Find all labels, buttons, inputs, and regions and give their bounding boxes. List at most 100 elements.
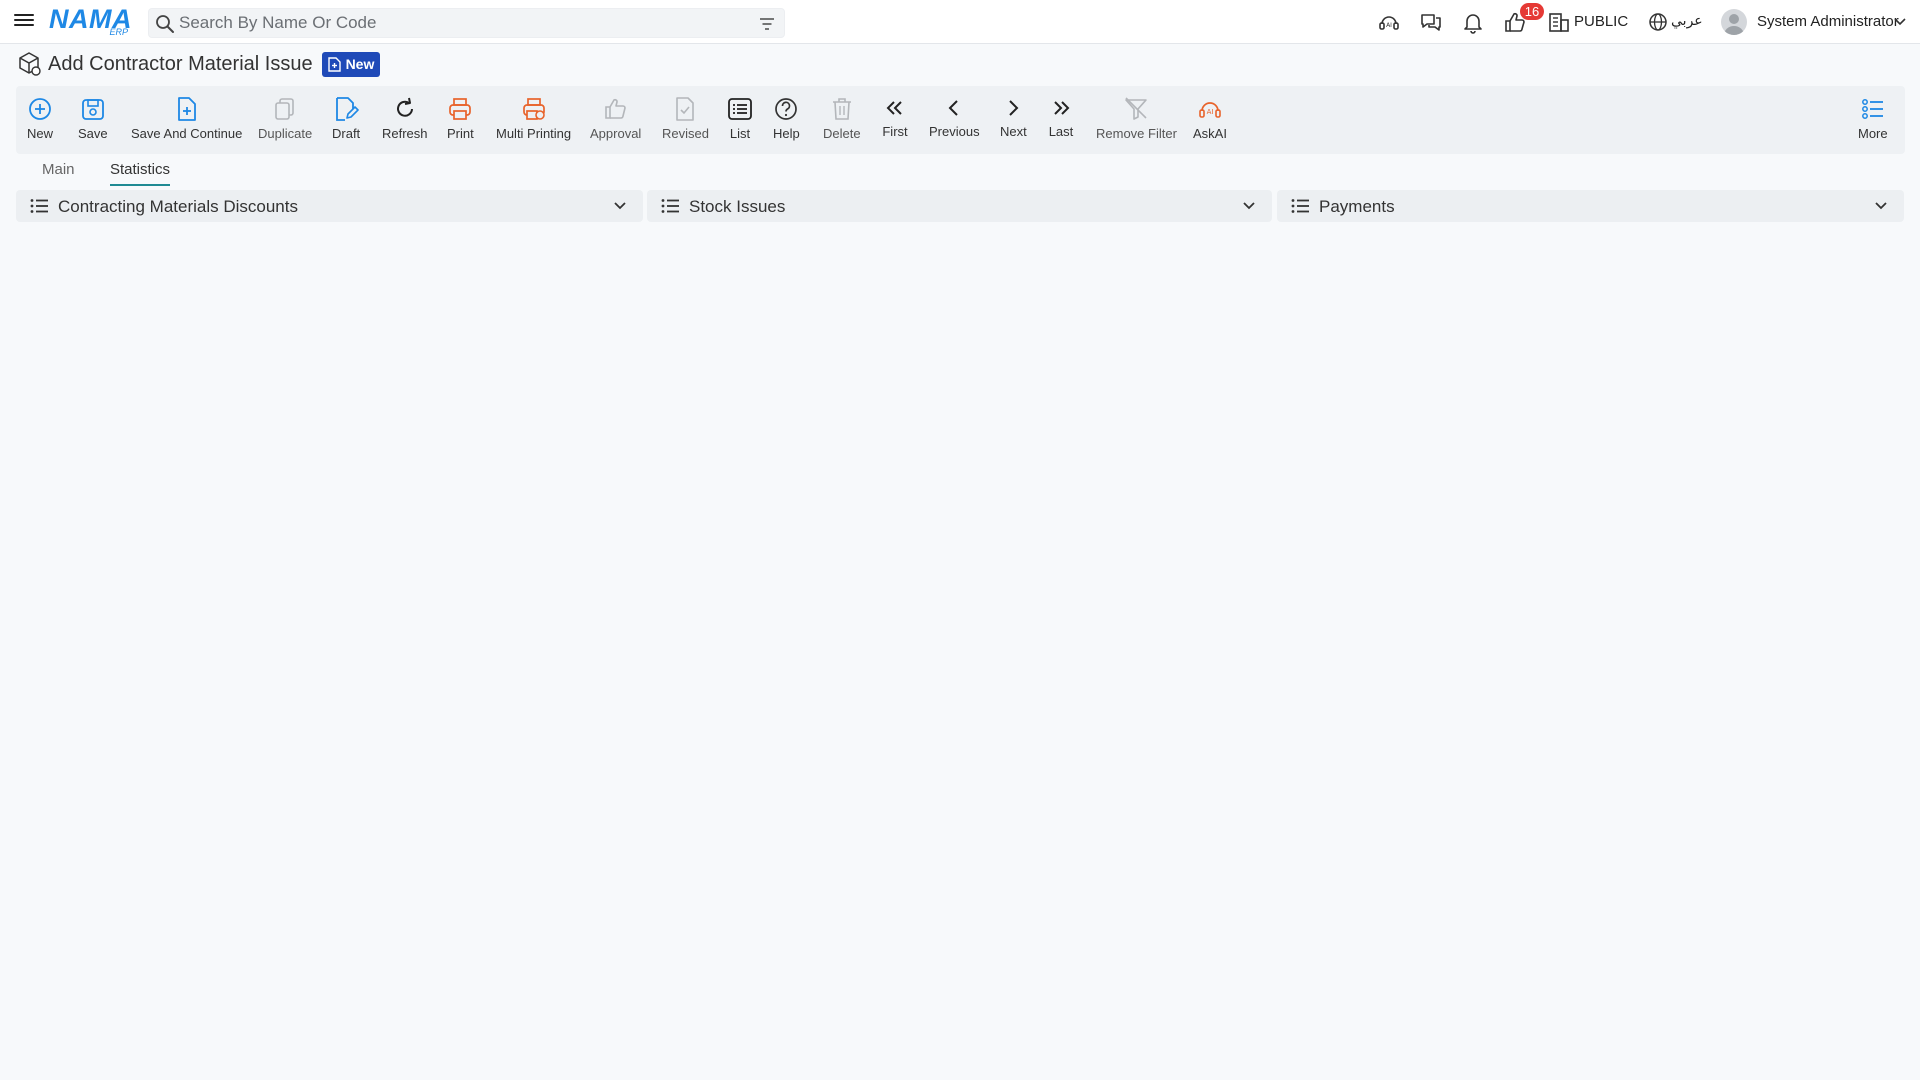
list-icon (661, 199, 679, 213)
search-icon (156, 15, 174, 33)
approval-button[interactable]: Approval (590, 86, 641, 154)
page-title: Add Contractor Material Issue (48, 52, 313, 75)
more-button[interactable]: More (1858, 86, 1888, 154)
nama-erp-logo[interactable]: NAMA ERP (49, 4, 134, 38)
double-chevron-left-icon (886, 101, 902, 115)
panel-title: Stock Issues (689, 197, 786, 216)
double-chevron-right-icon (1054, 101, 1070, 115)
save-and-continue-label: Save And Continue (131, 126, 243, 141)
ai-assistant-icon[interactable]: AI (1377, 10, 1401, 34)
more-label: More (1858, 126, 1888, 141)
refresh-button[interactable]: Refresh (382, 86, 428, 154)
bell-icon[interactable] (1461, 10, 1485, 34)
refresh-icon (396, 97, 413, 117)
save-label: Save (78, 126, 108, 141)
multi-printing-button[interactable]: Multi Printing (496, 86, 571, 154)
revised-document-icon (676, 97, 695, 121)
list-icon (728, 98, 752, 120)
list-button[interactable]: List (727, 86, 753, 154)
company-name[interactable]: PUBLIC (1574, 13, 1628, 30)
chevron-down-icon[interactable] (1242, 199, 1256, 213)
copy-icon (275, 98, 294, 120)
help-icon (775, 98, 798, 120)
panel-stock-issues[interactable]: Stock Issues (647, 190, 1272, 222)
document-plus-icon (177, 97, 196, 121)
multi-printer-icon (522, 98, 545, 120)
draft-label: Draft (332, 126, 361, 141)
page-header: Add Contractor Material Issue New (16, 50, 381, 78)
chevron-down-icon[interactable] (1874, 199, 1888, 213)
list-label: List (729, 126, 751, 141)
remove-filter-label: Remove Filter (1096, 126, 1177, 141)
duplicate-label: Duplicate (258, 126, 313, 141)
multi-printing-label: Multi Printing (496, 126, 572, 141)
new-label: New (27, 126, 54, 141)
plus-circle-icon (29, 98, 51, 120)
previous-label: Previous (929, 124, 980, 139)
first-record-button[interactable]: First (882, 86, 908, 154)
help-button[interactable]: Help (773, 86, 800, 154)
delete-button[interactable]: Delete (823, 86, 861, 154)
panel-payments[interactable]: Payments (1277, 190, 1904, 222)
status-badge: New (321, 51, 381, 77)
user-avatar[interactable] (1721, 9, 1747, 35)
next-record-button[interactable]: Next (1000, 86, 1027, 154)
print-button[interactable]: Print (447, 86, 474, 154)
draft-button[interactable]: Draft (332, 86, 360, 154)
action-toolbar: New Save Save And Continue Duplicate Dra… (16, 86, 1905, 154)
more-list-icon (1861, 99, 1883, 119)
askai-label: AskAI (1193, 126, 1227, 141)
top-bar: NAMA ERP AI 16 (0, 0, 1920, 44)
search-input[interactable] (179, 12, 739, 34)
svg-text:AI: AI (1386, 22, 1392, 29)
status-label: New (345, 56, 375, 72)
save-button[interactable]: Save (78, 86, 108, 154)
refresh-label: Refresh (382, 126, 428, 141)
panel-contracting-materials-discounts[interactable]: Contracting Materials Discounts (16, 190, 643, 222)
approval-label: Approval (590, 126, 642, 141)
notification-count-badge: 16 (1520, 3, 1544, 20)
delete-label: Delete (823, 126, 861, 141)
globe-icon[interactable] (1646, 10, 1670, 34)
chevron-right-icon (1009, 100, 1019, 116)
previous-record-button[interactable]: Previous (929, 86, 980, 154)
chevron-left-icon (948, 100, 958, 116)
remove-filter-icon (1125, 97, 1148, 120)
printer-icon (449, 98, 472, 120)
askai-button[interactable]: AI AskAI (1193, 86, 1227, 154)
draft-edit-icon (336, 97, 359, 121)
logo-subtext: ERP (109, 27, 128, 37)
chat-icon[interactable] (1419, 10, 1443, 34)
building-icon[interactable] (1547, 10, 1571, 34)
panel-title: Contracting Materials Discounts (58, 197, 298, 216)
new-document-icon (327, 56, 341, 72)
revised-label: Revised (662, 126, 709, 141)
panel-title: Payments (1319, 197, 1395, 216)
ai-headset-icon: AI (1199, 102, 1221, 118)
tab-statistics[interactable]: Statistics (110, 160, 171, 188)
trash-icon (832, 98, 851, 120)
thumbs-up-icon (604, 98, 626, 119)
revised-button[interactable]: Revised (662, 86, 709, 154)
user-name[interactable]: System Administrator (1757, 13, 1899, 30)
first-label: First (882, 124, 908, 139)
tab-main[interactable]: Main (42, 160, 75, 188)
chevron-down-icon[interactable] (613, 199, 627, 213)
list-icon (30, 199, 48, 213)
global-search-box (148, 8, 785, 38)
filter-icon[interactable] (758, 15, 776, 33)
last-record-button[interactable]: Last (1048, 86, 1074, 154)
chevron-down-icon[interactable] (1892, 14, 1908, 30)
save-icon (81, 99, 104, 120)
svg-text:AI: AI (1207, 108, 1214, 116)
last-label: Last (1048, 124, 1074, 139)
duplicate-button[interactable]: Duplicate (258, 86, 312, 154)
materials-cube-icon (19, 52, 41, 76)
save-and-continue-button[interactable]: Save And Continue (131, 86, 242, 154)
hamburger-menu-icon[interactable] (14, 11, 34, 31)
next-label: Next (1000, 124, 1027, 139)
remove-filter-button[interactable]: Remove Filter (1096, 86, 1177, 154)
help-label: Help (773, 126, 800, 141)
language-switch[interactable]: عربي (1671, 13, 1703, 29)
new-button[interactable]: New (27, 86, 53, 154)
